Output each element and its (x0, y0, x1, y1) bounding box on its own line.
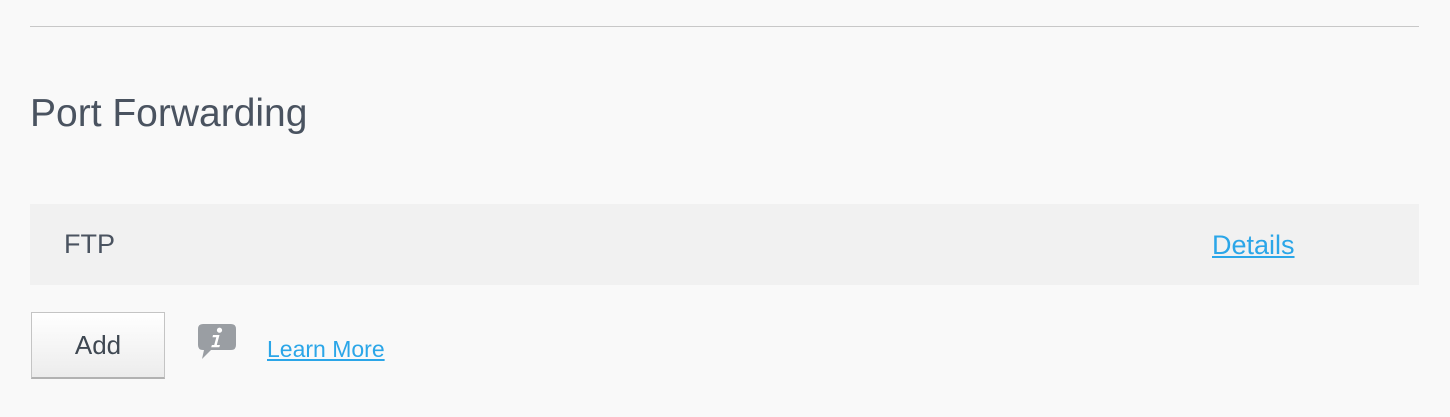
details-link[interactable]: Details (1212, 226, 1295, 264)
port-forwarding-row: FTP Details (30, 204, 1419, 285)
info-icon[interactable] (196, 322, 238, 362)
learn-more-link[interactable]: Learn More (267, 334, 385, 364)
port-forwarding-entry-name: FTP (64, 229, 115, 259)
section-title: Port Forwarding (30, 92, 308, 135)
section-divider (30, 26, 1419, 27)
add-button[interactable]: Add (31, 312, 165, 379)
